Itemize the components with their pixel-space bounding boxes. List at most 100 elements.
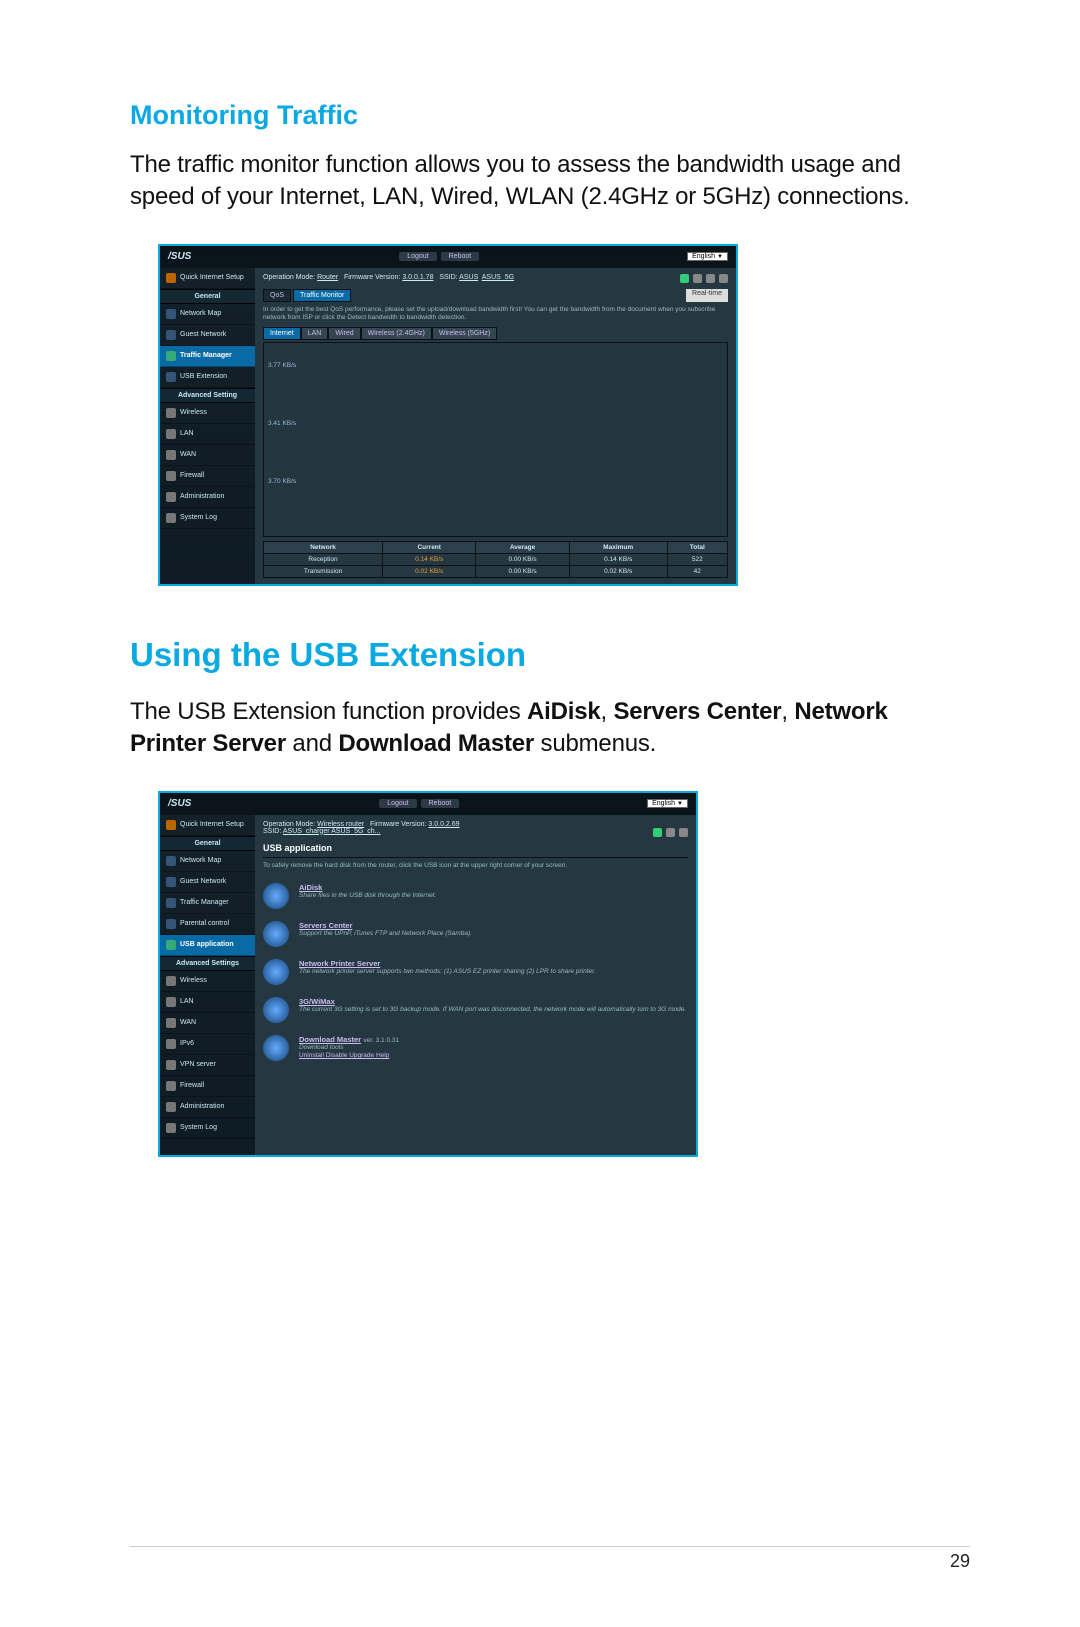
op-mode-label: Operation Mode: xyxy=(263,274,315,281)
op-mode-label: Operation Mode: xyxy=(263,821,315,828)
app-title-link[interactable]: Download Master xyxy=(299,1035,361,1044)
sidebar-item-system-log[interactable]: System Log xyxy=(160,1118,255,1139)
app-row-printer-server[interactable]: Network Printer Server The network print… xyxy=(263,959,688,985)
sidebar-item-network-map[interactable]: Network Map xyxy=(160,851,255,872)
sidebar-item-traffic-manager[interactable]: Traffic Manager xyxy=(160,346,255,367)
usb-status-icon[interactable] xyxy=(680,274,689,283)
panel-title: USB application xyxy=(263,843,688,853)
ssid-link[interactable]: ASUS_charger ASUS_5G_ch... xyxy=(283,828,381,835)
usb-status-icon[interactable] xyxy=(653,828,662,837)
paragraph-monitoring-traffic: The traffic monitor function allows you … xyxy=(130,149,970,214)
label: WAN xyxy=(180,451,196,458)
sidebar-item-system-log[interactable]: System Log xyxy=(160,508,255,529)
th: Maximum xyxy=(569,541,667,553)
subtab-internet[interactable]: Internet xyxy=(263,327,301,340)
sidebar-heading-advanced: Advanced Settings xyxy=(160,956,255,971)
sidebar-item-wireless[interactable]: Wireless xyxy=(160,403,255,424)
fw-link[interactable]: 3.0.0.2.69 xyxy=(428,821,459,828)
sidebar-item-guest-network[interactable]: Guest Network xyxy=(160,872,255,893)
ssid-link[interactable]: ASUS xyxy=(459,274,478,281)
language-select[interactable]: English xyxy=(687,252,728,261)
logout-button[interactable]: Logout xyxy=(379,799,416,808)
sidebar-quick-setup[interactable]: Quick Internet Setup xyxy=(160,815,255,836)
realtime-select[interactable]: Real-time xyxy=(686,289,728,302)
status-icon xyxy=(693,274,702,283)
td: 522 xyxy=(667,553,727,565)
language-select[interactable]: English xyxy=(647,799,688,808)
status-icon xyxy=(666,828,675,837)
status-icon xyxy=(719,274,728,283)
subtab-wired[interactable]: Wired xyxy=(328,327,360,340)
info-line: Operation Mode: Router Firmware Version:… xyxy=(263,274,728,283)
app-action-links[interactable]: Uninstall Disable Upgrade Help xyxy=(299,1052,399,1059)
logo-icon: /SUS xyxy=(168,798,191,809)
status-icon xyxy=(706,274,715,283)
sidebar-item-firewall[interactable]: Firewall xyxy=(160,1076,255,1097)
fw-link[interactable]: 3.0.0.1.78 xyxy=(402,274,433,281)
label: USB application xyxy=(180,941,234,948)
td: 0.00 KB/s xyxy=(476,565,569,577)
tab-bar: QoS Traffic Monitor Real-time xyxy=(263,289,728,302)
app-title-link[interactable]: 3G/WiMax xyxy=(299,997,686,1006)
sidebar-item-parental-control[interactable]: Parental control xyxy=(160,914,255,935)
app-title-link[interactable]: Network Printer Server xyxy=(299,959,596,968)
sidebar-item-ipv6[interactable]: IPv6 xyxy=(160,1034,255,1055)
sidebar-item-wan[interactable]: WAN xyxy=(160,445,255,466)
td: 0.14 KB/s xyxy=(569,553,667,565)
logout-button[interactable]: Logout xyxy=(399,252,436,261)
sidebar-quick-setup[interactable]: Quick Internet Setup xyxy=(160,268,255,289)
label: Administration xyxy=(180,493,224,500)
tab-traffic-monitor[interactable]: Traffic Monitor xyxy=(293,289,351,302)
sidebar-item-firewall[interactable]: Firewall xyxy=(160,466,255,487)
user-icon xyxy=(166,330,176,340)
sidebar-item-wireless[interactable]: Wireless xyxy=(160,971,255,992)
sub-tab-bar: Internet LAN Wired Wireless (2.4GHz) Wir… xyxy=(263,327,728,340)
status-icon xyxy=(679,828,688,837)
op-mode-link[interactable]: Wireless router xyxy=(317,821,364,828)
app-row-3g-wimax[interactable]: 3G/WiMax The current 3G setting is set t… xyxy=(263,997,688,1023)
op-mode-link[interactable]: Router xyxy=(317,274,338,281)
screenshot-traffic-monitor: /SUS Logout Reboot English Quick Interne… xyxy=(158,244,738,586)
traffic-chart: 3.77 KB/s 3.41 KB/s 3.70 KB/s xyxy=(263,342,728,537)
app-row-download-master[interactable]: Download Master ver. 3.1.0.31 Download t… xyxy=(263,1035,688,1061)
label: Firewall xyxy=(180,1082,204,1089)
subtab-wireless5[interactable]: Wireless (5GHz) xyxy=(432,327,497,340)
label: Administration xyxy=(180,1103,224,1110)
main-panel: Operation Mode: Router Firmware Version:… xyxy=(255,268,736,584)
download-icon xyxy=(263,1035,289,1061)
sidebar-item-network-map[interactable]: Network Map xyxy=(160,304,255,325)
reboot-button[interactable]: Reboot xyxy=(421,799,460,808)
td: 0.00 KB/s xyxy=(476,553,569,565)
sidebar-item-vpn-server[interactable]: VPN server xyxy=(160,1055,255,1076)
app-title-link[interactable]: Servers Center xyxy=(299,921,472,930)
sidebar-item-guest-network[interactable]: Guest Network xyxy=(160,325,255,346)
app-title-link[interactable]: AiDisk xyxy=(299,883,436,892)
sidebar-item-usb-application[interactable]: USB application xyxy=(160,935,255,956)
sidebar-item-usb-extension[interactable]: USB Extension xyxy=(160,367,255,388)
servers-icon xyxy=(263,921,289,947)
label: Network Map xyxy=(180,310,221,317)
sidebar-item-administration[interactable]: Administration xyxy=(160,1097,255,1118)
wrench-icon xyxy=(166,408,176,418)
text: , xyxy=(781,698,794,725)
app-row-aidisk[interactable]: AiDisk Share files in the USB disk throu… xyxy=(263,883,688,909)
reboot-button[interactable]: Reboot xyxy=(441,252,480,261)
sidebar-item-administration[interactable]: Administration xyxy=(160,487,255,508)
sidebar-item-traffic-manager[interactable]: Traffic Manager xyxy=(160,893,255,914)
sidebar-item-lan[interactable]: LAN xyxy=(160,992,255,1013)
app-row-servers-center[interactable]: Servers Center Support the UPnP, iTunes … xyxy=(263,921,688,947)
subtab-wireless24[interactable]: Wireless (2.4GHz) xyxy=(361,327,432,340)
aidisk-icon xyxy=(263,883,289,909)
subtab-lan[interactable]: LAN xyxy=(301,327,329,340)
globe-icon xyxy=(166,856,176,866)
bold: Download Master xyxy=(338,730,534,757)
sidebar-heading-general: General xyxy=(160,289,255,304)
label: LAN xyxy=(180,430,194,437)
label: Quick Internet Setup xyxy=(180,821,244,828)
sidebar-item-lan[interactable]: LAN xyxy=(160,424,255,445)
sidebar-item-wan[interactable]: WAN xyxy=(160,1013,255,1034)
tab-qos[interactable]: QoS xyxy=(263,289,291,302)
wizard-icon xyxy=(166,273,176,283)
label: IPv6 xyxy=(180,1040,194,1047)
ssid5g-link[interactable]: ASUS_5G xyxy=(482,274,514,281)
